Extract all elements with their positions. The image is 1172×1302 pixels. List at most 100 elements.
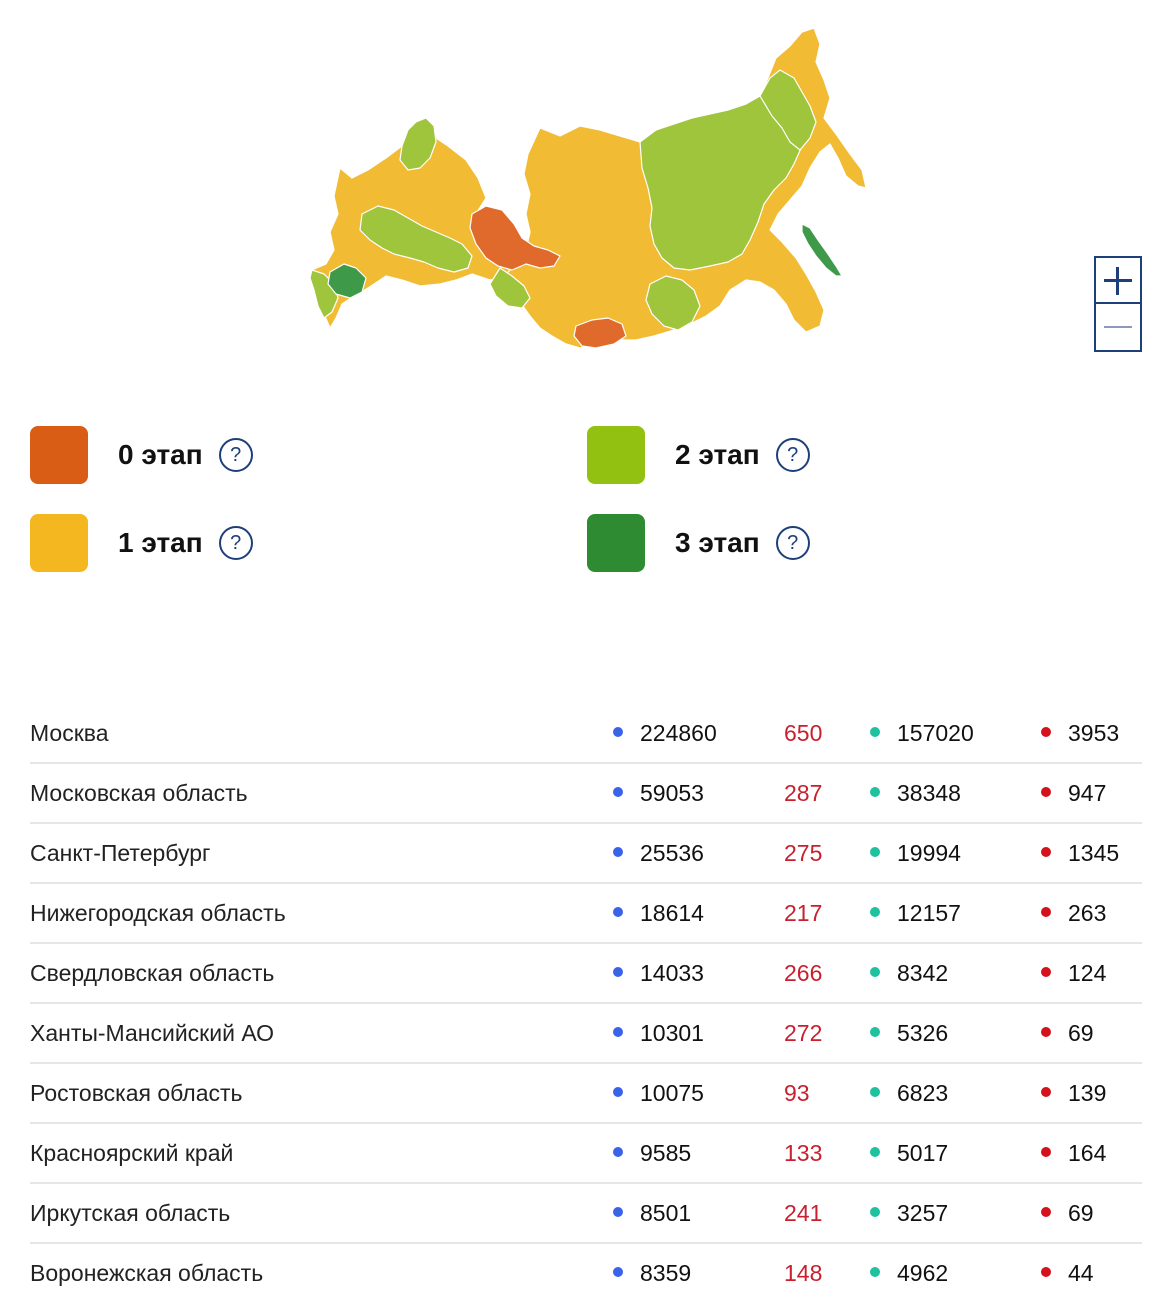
cases-value: 59053	[640, 780, 704, 806]
legend-label: 3 этап	[675, 527, 760, 558]
cases-value: 18614	[640, 900, 704, 926]
table-row[interactable]: Москва 224860 650 157020 3953	[30, 704, 1142, 764]
legend-item-stage2: 2 этап ?	[587, 425, 810, 485]
cases-dot-icon	[613, 1147, 623, 1157]
table-row[interactable]: Ханты-Мансийский АО 10301 272 5326 69	[30, 1004, 1142, 1064]
region-name: Воронежская область	[30, 1260, 264, 1286]
recovered-value: 3257	[897, 1200, 949, 1226]
cases-dot-icon	[613, 967, 623, 977]
recovered-value: 157020	[897, 720, 974, 746]
region-name: Ханты-Мансийский АО	[30, 1020, 275, 1046]
cases-dot-icon	[613, 1027, 623, 1037]
recovered-dot-icon	[870, 787, 880, 797]
recovered-dot-icon	[870, 847, 880, 857]
new-cases-value: 287	[784, 780, 823, 806]
deaths-value: 139	[1068, 1080, 1107, 1106]
stage1-swatch	[30, 514, 88, 572]
deaths-value: 164	[1068, 1140, 1107, 1166]
cases-value: 224860	[640, 720, 717, 746]
deaths-dot-icon	[1041, 1087, 1051, 1097]
new-cases-value: 275	[784, 840, 823, 866]
cases-value: 9585	[640, 1140, 692, 1166]
cases-dot-icon	[613, 1087, 623, 1097]
region-name: Ростовская область	[30, 1080, 243, 1106]
recovered-dot-icon	[870, 1087, 880, 1097]
deaths-value: 44	[1068, 1260, 1094, 1286]
table-row[interactable]: Свердловская область 14033 266 8342 124	[30, 944, 1142, 1004]
table-row[interactable]: Воронежская область 8359 148 4962 44	[30, 1244, 1142, 1302]
table-row[interactable]: Ростовская область 10075 93 6823 139	[30, 1064, 1142, 1124]
deaths-dot-icon	[1041, 787, 1051, 797]
recovered-value: 5017	[897, 1140, 949, 1166]
recovered-dot-icon	[870, 1027, 880, 1037]
cases-dot-icon	[613, 1267, 623, 1277]
deaths-dot-icon	[1041, 1027, 1051, 1037]
recovered-value: 6823	[897, 1080, 949, 1106]
legend-label: 0 этап	[118, 439, 203, 470]
table-row[interactable]: Санкт-Петербург 25536 275 19994 1345	[30, 824, 1142, 884]
deaths-dot-icon	[1041, 1207, 1051, 1217]
recovered-value: 12157	[897, 900, 961, 926]
new-cases-value: 272	[784, 1020, 823, 1046]
recovered-dot-icon	[870, 1147, 880, 1157]
legend-item-stage1: 1 этап ?	[30, 513, 253, 573]
table-row[interactable]: Иркутская область 8501 241 3257 69	[30, 1184, 1142, 1244]
cases-value: 10301	[640, 1020, 704, 1046]
map-region-sakhalin[interactable]	[801, 223, 843, 277]
recovered-dot-icon	[870, 907, 880, 917]
cases-dot-icon	[613, 907, 623, 917]
russia-regions-map[interactable]	[290, 18, 890, 358]
recovered-dot-icon	[870, 1267, 880, 1277]
help-icon[interactable]: ?	[218, 438, 253, 472]
new-cases-value: 148	[784, 1260, 823, 1286]
help-icon[interactable]: ?	[775, 438, 810, 472]
deaths-dot-icon	[1041, 1147, 1051, 1157]
legend-item-stage0: 0 этап ?	[30, 425, 253, 485]
zoom-out-button[interactable]	[1096, 305, 1140, 351]
legend-item-stage3: 3 этап ?	[587, 513, 810, 573]
cases-value: 10075	[640, 1080, 704, 1106]
new-cases-value: 133	[784, 1140, 823, 1166]
recovered-dot-icon	[870, 967, 880, 977]
new-cases-value: 241	[784, 1200, 823, 1226]
region-name: Нижегородская область	[30, 900, 286, 926]
recovered-dot-icon	[870, 1207, 880, 1217]
new-cases-value: 266	[784, 960, 823, 986]
cases-value: 25536	[640, 840, 704, 866]
deaths-value: 947	[1068, 780, 1107, 806]
recovered-dot-icon	[870, 727, 880, 737]
legend-label: 1 этап	[118, 527, 203, 558]
recovered-value: 8342	[897, 960, 949, 986]
table-row[interactable]: Нижегородская область 18614 217 12157 26…	[30, 884, 1142, 944]
region-name: Москва	[30, 720, 109, 746]
deaths-value: 3953	[1068, 720, 1120, 746]
region-name: Иркутская область	[30, 1200, 231, 1226]
region-name: Красноярский край	[30, 1140, 234, 1166]
recovered-value: 19994	[897, 840, 961, 866]
new-cases-value: 93	[784, 1080, 810, 1106]
zoom-in-button[interactable]	[1096, 258, 1140, 304]
recovered-value: 4962	[897, 1260, 949, 1286]
cases-dot-icon	[613, 847, 623, 857]
cases-dot-icon	[613, 727, 623, 737]
stage0-swatch	[30, 426, 88, 484]
legend-label: 2 этап	[675, 439, 760, 470]
deaths-dot-icon	[1041, 967, 1051, 977]
deaths-dot-icon	[1041, 907, 1051, 917]
deaths-dot-icon	[1041, 847, 1051, 857]
regions-stats-table: Москва 224860 650 157020 3953 Московская…	[30, 704, 1142, 1302]
table-row[interactable]: Московская область 59053 287 38348 947	[30, 764, 1142, 824]
region-name: Московская область	[30, 780, 248, 806]
help-icon[interactable]: ?	[218, 526, 253, 560]
deaths-value: 69	[1068, 1200, 1094, 1226]
help-icon[interactable]: ?	[775, 526, 810, 560]
recovered-value: 5326	[897, 1020, 949, 1046]
table-row[interactable]: Красноярский край 9585 133 5017 164	[30, 1124, 1142, 1184]
deaths-value: 124	[1068, 960, 1107, 986]
stage3-swatch	[587, 514, 645, 572]
new-cases-value: 217	[784, 900, 823, 926]
new-cases-value: 650	[784, 720, 823, 746]
stage2-swatch	[587, 426, 645, 484]
deaths-dot-icon	[1041, 727, 1051, 737]
deaths-value: 69	[1068, 1020, 1094, 1046]
